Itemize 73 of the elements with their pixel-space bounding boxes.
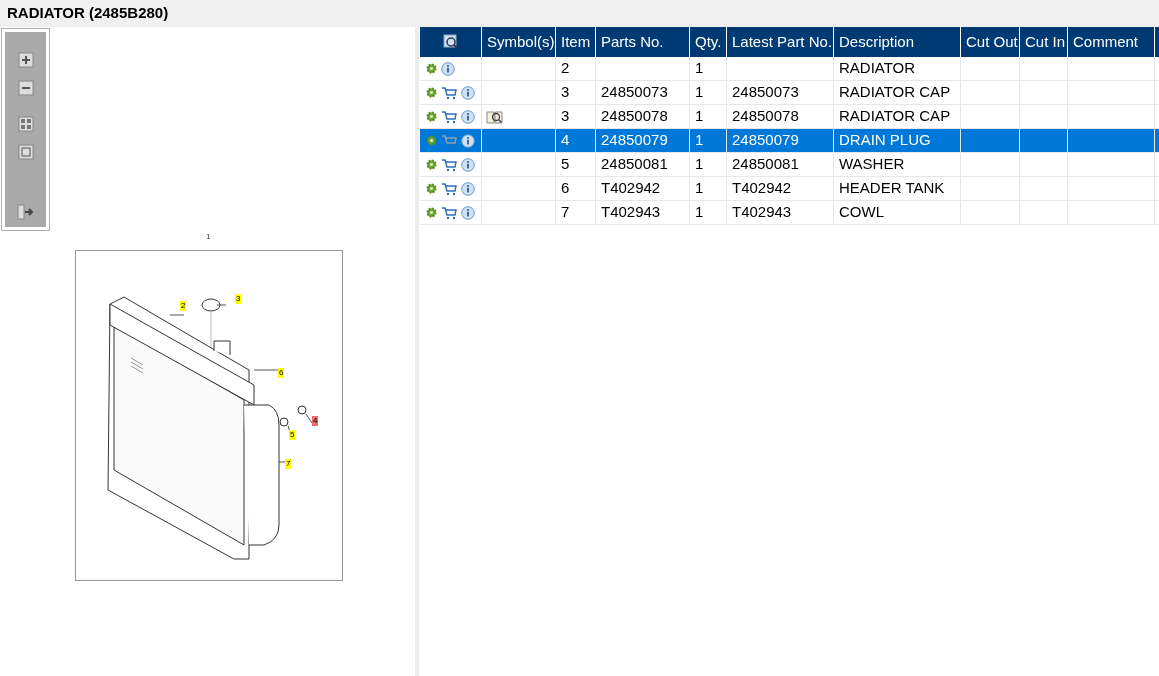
table-cell-text: RADIATOR (839, 58, 916, 79)
table-cell-text: 24850079 (601, 130, 668, 151)
cart-icon[interactable] (441, 205, 457, 220)
table-cell-text: 24850073 (601, 82, 668, 103)
table-cell-text: COWL (839, 202, 884, 223)
table-cell-text: HEADER TANK (839, 178, 945, 199)
table-cell-text: 1 (695, 82, 704, 103)
table-cell-text: 1 (695, 202, 704, 223)
table-cell-text: T402943 (732, 202, 792, 223)
window-title: RADIATOR (2485B280) (7, 3, 169, 24)
table-cell-text: 24850078 (732, 106, 799, 127)
callout-label[interactable]: 2 (180, 301, 187, 311)
table-row[interactable]: 4 24850079 1 24850079 DRAIN PLUG (420, 129, 1159, 153)
table-row[interactable]: 7 T402943 1 T402943 COWL (420, 201, 1159, 225)
info-icon[interactable] (461, 181, 475, 196)
table-cell-text: 7 (561, 202, 570, 223)
info-icon[interactable] (461, 205, 475, 220)
info-icon[interactable] (461, 157, 475, 172)
table-cell-text: 24850073 (732, 82, 799, 103)
gear-icon[interactable] (426, 63, 437, 74)
cart-icon[interactable] (441, 181, 457, 196)
table-cell-text: 1 (695, 58, 704, 79)
table-cell-text: 1 (695, 154, 704, 175)
table-cell-text: 1 (695, 178, 704, 199)
table-cell-text: 24850081 (732, 154, 799, 175)
cart-icon[interactable] (441, 109, 457, 124)
table-row[interactable]: 3 24850073 1 24850073 RADIATOR CAP (420, 81, 1159, 105)
callout-label[interactable]: 5 (289, 430, 296, 440)
gear-icon[interactable] (426, 135, 437, 146)
cart-icon[interactable] (441, 85, 457, 100)
cart-icon[interactable] (441, 157, 457, 172)
info-icon[interactable] (461, 85, 475, 100)
table-cell-text: 24850081 (601, 154, 668, 175)
table-cell-text: 4 (561, 130, 570, 151)
info-icon[interactable] (441, 61, 455, 76)
callout-label[interactable]: 7 (285, 459, 292, 469)
book-magnifier-icon[interactable] (486, 108, 504, 125)
zoom-in-icon[interactable] (15, 50, 36, 70)
zoom-out-icon[interactable] (15, 78, 36, 98)
table-cell-text: 24850078 (601, 106, 668, 127)
table-row[interactable]: 2 1 RADIATOR (420, 57, 1159, 81)
table-cell-text: RADIATOR CAP (839, 82, 951, 103)
table-cell-text: 1 (695, 130, 704, 151)
gear-icon[interactable] (426, 183, 437, 194)
table-cell-text: 2 (561, 58, 570, 79)
gear-icon[interactable] (426, 159, 437, 170)
grid-icon[interactable] (15, 114, 36, 134)
callout-label[interactable]: 3 (235, 294, 242, 304)
gear-icon[interactable] (426, 111, 437, 122)
search-icon[interactable] (442, 34, 459, 50)
table-row[interactable]: 5 24850081 1 24850081 WASHER (420, 153, 1159, 177)
table-cell-text: T402943 (601, 202, 661, 223)
table-cell-text: 3 (561, 82, 570, 103)
table-cell-text: 1 (695, 106, 704, 127)
table-cell-text: 6 (561, 178, 570, 199)
gear-icon[interactable] (426, 207, 437, 218)
table-cell-text: DRAIN PLUG (839, 130, 931, 151)
export-icon[interactable] (15, 202, 36, 222)
callout-label[interactable]: 4 (312, 416, 319, 426)
table-cell-text: T402942 (601, 178, 661, 199)
table-cell-text: 24850079 (732, 130, 799, 151)
table-cell-text: 5 (561, 154, 570, 175)
table-row[interactable]: 3 24850078 1 24850078 RADIATOR CAP (420, 105, 1159, 129)
table-row[interactable]: 6 T402942 1 T402942 HEADER TANK (420, 177, 1159, 201)
info-icon[interactable] (461, 109, 475, 124)
gear-icon[interactable] (426, 87, 437, 98)
table-cell-text: WASHER (839, 154, 905, 175)
diagram-caption: 1 (206, 231, 211, 243)
table-cell-text: RADIATOR CAP (839, 106, 951, 127)
table-cell-text: T402942 (732, 178, 792, 199)
table-cell-text: 3 (561, 106, 570, 127)
callout-label[interactable]: 6 (278, 368, 285, 378)
info-icon[interactable] (461, 133, 475, 148)
